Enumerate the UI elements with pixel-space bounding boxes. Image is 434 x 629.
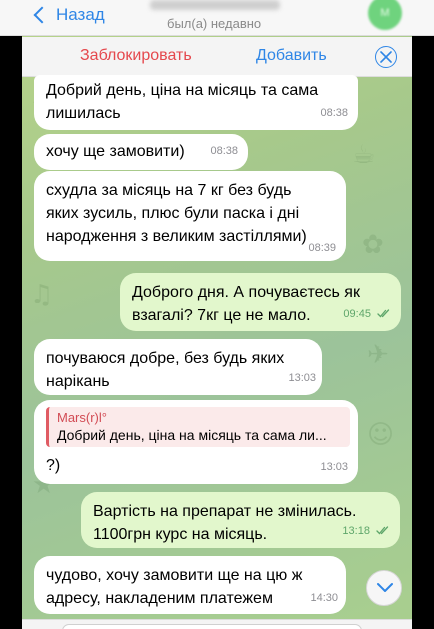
doodle-icon: ☕ — [352, 140, 376, 170]
contact-name-redacted[interactable] — [150, 0, 280, 10]
message-input-bar — [22, 619, 412, 629]
block-button[interactable]: Заблокировать — [80, 47, 192, 65]
message-bubble-reply[interactable]: Mars(r)l° Добрий день, ціна на місяць та… — [34, 400, 358, 484]
quoted-reply[interactable]: Mars(r)l° Добрий день, ціна на місяць та… — [46, 407, 350, 447]
message-time-label: 09:45 — [343, 308, 371, 320]
unknown-contact-action-bar: Заблокировать Добавить — [22, 37, 412, 77]
double-check-icon — [377, 309, 390, 318]
message-time: 08:38 — [210, 145, 238, 157]
reply-text: Добрий день, ціна на місяць та сама ли..… — [57, 427, 327, 443]
chevron-down-icon — [377, 583, 393, 592]
scroll-to-bottom-button[interactable] — [366, 570, 402, 606]
message-time: 14:30 — [310, 592, 338, 604]
chevron-left-icon — [33, 6, 51, 24]
message-bubble[interactable]: почуваюся добре, без будь яких нарікань … — [34, 339, 322, 395]
message-time: 13:03 — [320, 461, 348, 473]
message-text: Добрий день, ціна на місяць та сама лиши… — [46, 82, 319, 122]
add-contact-button[interactable]: Добавить — [256, 47, 327, 65]
avatar[interactable]: М — [368, 0, 402, 30]
doodle-icon: ☺ — [367, 420, 395, 450]
close-icon[interactable] — [375, 46, 397, 68]
doodle-icon: ✿ — [362, 230, 384, 260]
message-time-label: 13:18 — [342, 525, 370, 537]
message-input[interactable] — [62, 624, 362, 629]
chat-header: Назад был(а) недавно М — [0, 0, 434, 36]
screen-edge-right — [412, 0, 434, 629]
message-time: 08:38 — [320, 107, 348, 119]
message-bubble[interactable]: чудово, хочу замовити ще на цю ж адресу,… — [34, 556, 346, 614]
message-bubble[interactable]: схудла за місяць на 7 кг без будь яких з… — [34, 171, 346, 261]
message-bubble[interactable]: Добрий день, ціна на місяць та сама лиши… — [34, 75, 358, 130]
doodle-icon: ♫ — [30, 280, 54, 310]
back-button[interactable]: Назад — [32, 4, 105, 26]
message-text: ?) — [46, 457, 61, 474]
message-time: 13:03 — [288, 372, 316, 384]
message-time: 09:45 — [343, 303, 391, 326]
back-label: Назад — [56, 5, 105, 24]
chat-screen: ☂ ☕ ✿ ♫ ✈ ☺ ★ ♥ Назад был(а) недавно М З… — [0, 0, 434, 629]
message-bubble-outgoing[interactable]: Доброго дня. А почуваєтесь як взагалі? 7… — [120, 273, 401, 331]
message-text: почуваюся добре, без будь яких нарікань — [46, 350, 285, 390]
message-text: схудла за місяць на 7 кг без будь яких з… — [46, 182, 307, 245]
doodle-icon: ✈ — [367, 340, 389, 370]
message-text: хочу ще замовити) — [46, 143, 185, 160]
screen-edge-left — [0, 0, 22, 629]
message-time: 08:39 — [308, 242, 336, 254]
message-time: 13:18 — [342, 520, 390, 543]
reply-author: Mars(r)l° — [57, 410, 107, 425]
double-check-icon — [376, 526, 389, 535]
message-bubble[interactable]: хочу ще замовити) 08:38 — [34, 134, 248, 170]
message-text: чудово, хочу замовити ще на цю ж адресу,… — [46, 567, 303, 607]
contact-status: был(а) недавно — [167, 16, 262, 31]
message-bubble-outgoing[interactable]: Вартість на препарат не змінилась. 1100г… — [81, 492, 400, 548]
